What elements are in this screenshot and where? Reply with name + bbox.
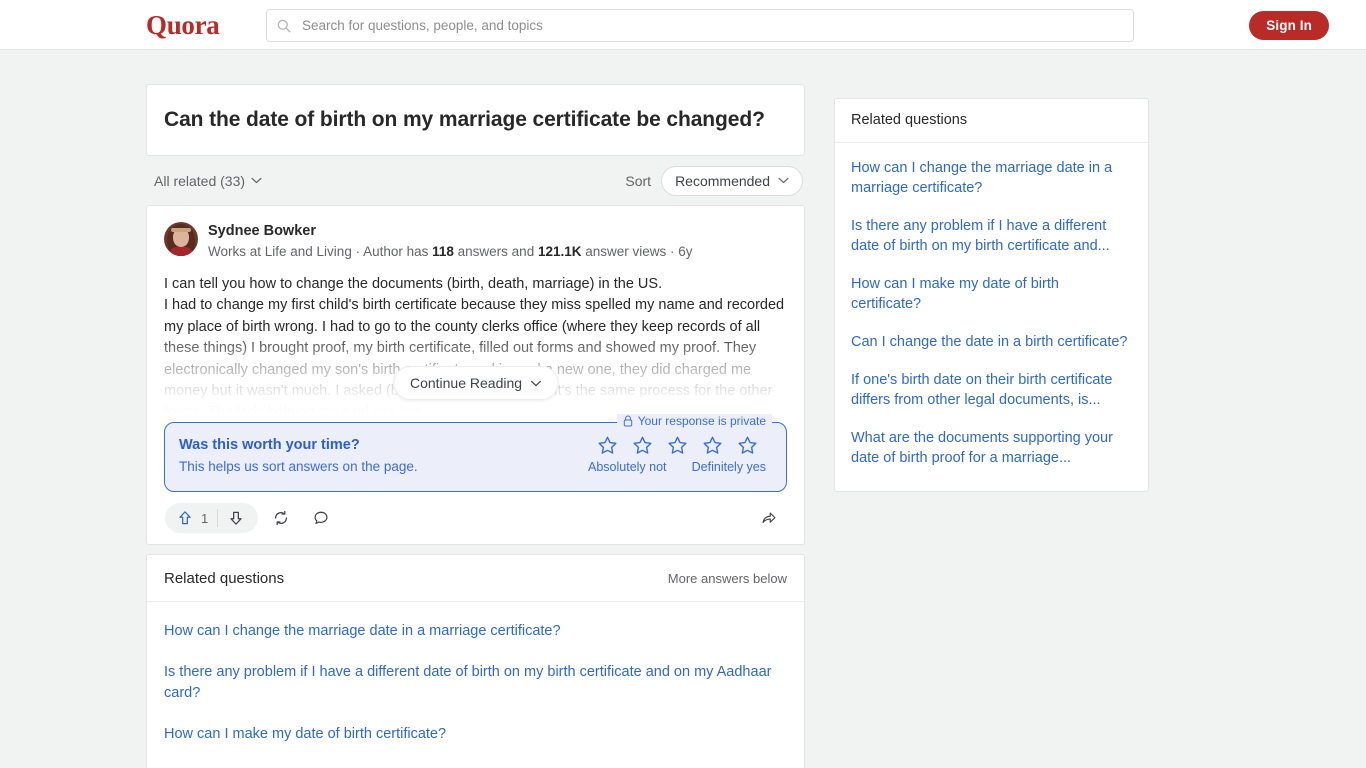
- page-body: Can the date of birth on my marriage cer…: [0, 50, 1366, 768]
- sidebar-column: Related questions How can I change the m…: [834, 98, 1149, 492]
- author-credential-prefix: · Author has: [351, 244, 433, 259]
- answer-card: Sydnee Bowker Works at Life and Living ·…: [146, 205, 805, 545]
- author-row: Sydnee Bowker Works at Life and Living ·…: [164, 222, 787, 262]
- sidebar-related-questions-list: How can I change the marriage date in a …: [835, 143, 1148, 491]
- sidebar-question-item[interactable]: If one's birth date on their birth certi…: [851, 361, 1132, 419]
- star-rating: [588, 435, 766, 456]
- comment-button[interactable]: [304, 503, 338, 533]
- share-arrow-icon: [762, 512, 776, 523]
- sort-group: Sort Recommended: [625, 165, 803, 196]
- sidebar-related-questions-title: Related questions: [835, 99, 1148, 143]
- chevron-down-icon: [778, 177, 789, 184]
- share-button[interactable]: [752, 503, 786, 533]
- vote-pill: 1: [165, 503, 259, 533]
- site-header: Quora Sign In: [0, 0, 1366, 50]
- rating-low-label: Absolutely not: [588, 460, 667, 474]
- rating-high-label: Definitely yes: [691, 460, 766, 474]
- continue-reading-label: Continue Reading: [409, 375, 523, 391]
- answer-count: 118: [432, 244, 454, 259]
- author-name[interactable]: Sydnee Bowker: [208, 222, 693, 241]
- star-icon-2[interactable]: [632, 435, 653, 456]
- response-private-badge: Your response is private: [616, 414, 772, 428]
- star-icon-1[interactable]: [597, 435, 618, 456]
- view-count: 121.1K: [537, 244, 582, 259]
- quora-logo[interactable]: Quora: [146, 9, 220, 41]
- upvote-count: 1: [201, 510, 209, 526]
- search-input[interactable]: [300, 17, 1123, 34]
- filter-row: All related (33) Sort Recommended: [146, 156, 805, 205]
- continue-reading-button[interactable]: Continue Reading: [392, 366, 559, 400]
- more-answers-below-label: More answers below: [667, 571, 787, 586]
- related-question-item[interactable]: How can I change the marriage date in a …: [164, 611, 787, 652]
- sort-label: Sort: [625, 172, 652, 189]
- sidebar-question-item[interactable]: Can I change the date in a birth certifi…: [851, 323, 1132, 361]
- sidebar-related-questions-card: Related questions How can I change the m…: [834, 98, 1149, 492]
- related-questions-header: Related questions More answers below: [147, 555, 804, 602]
- chevron-down-icon: [530, 380, 541, 386]
- related-question-item[interactable]: How can I make my date of birth certific…: [164, 714, 787, 755]
- answers-word: answers and: [453, 244, 538, 259]
- rating-subtitle: This helps us sort answers on the page.: [179, 459, 418, 474]
- upvote-button[interactable]: 1: [169, 509, 217, 527]
- search-bar[interactable]: [266, 9, 1134, 42]
- sidebar-question-item[interactable]: How can I make my date of birth certific…: [851, 265, 1132, 323]
- avatar[interactable]: [164, 222, 198, 256]
- rating-stars-group: Absolutely not Definitely yes: [588, 435, 772, 474]
- related-questions-title: Related questions: [164, 570, 285, 587]
- related-questions-list: How can I change the marriage date in a …: [147, 602, 804, 768]
- star-icon-4[interactable]: [702, 435, 723, 456]
- all-related-label: All related (33): [154, 172, 246, 189]
- author-credential-text: Works at Life and Living: [208, 244, 352, 259]
- chevron-down-icon: [251, 177, 262, 184]
- related-questions-card: Related questions More answers below How…: [146, 554, 805, 768]
- star-rating-labels: Absolutely not Definitely yes: [588, 460, 766, 474]
- repost-button[interactable]: [264, 503, 298, 533]
- sidebar-question-item[interactable]: How can I change the marriage date in a …: [851, 149, 1132, 207]
- downvote-button[interactable]: [218, 509, 254, 527]
- star-icon-3[interactable]: [667, 435, 688, 456]
- search-icon: [277, 19, 291, 32]
- page-title: Can the date of birth on my marriage cer…: [164, 108, 765, 131]
- author-meta: Sydnee Bowker Works at Life and Living ·…: [208, 222, 693, 262]
- sidebar-question-item[interactable]: Is there any problem if I have a differe…: [851, 207, 1132, 265]
- all-related-dropdown[interactable]: All related (33): [148, 169, 268, 193]
- action-buttons-left: 1: [165, 503, 338, 533]
- sort-dropdown[interactable]: Recommended: [661, 165, 803, 196]
- answer-age: 6y: [678, 244, 693, 259]
- answer-paragraph-1: I can tell you how to change the documen…: [164, 276, 663, 292]
- comment-bubble-icon: [314, 511, 328, 524]
- rating-title: Was this worth your time?: [179, 437, 360, 453]
- rating-text: Was this worth your time? This helps us …: [179, 435, 418, 476]
- repost-icon: [275, 510, 288, 526]
- question-card: Can the date of birth on my marriage cer…: [146, 84, 805, 156]
- answer-body: I can tell you how to change the documen…: [164, 274, 787, 414]
- author-credentials: Works at Life and Living · Author has 11…: [208, 242, 693, 262]
- related-question-item[interactable]: Is there any problem if I have a differe…: [164, 652, 787, 714]
- star-icon-5[interactable]: [737, 435, 758, 456]
- sidebar-question-item[interactable]: What are the documents supporting your d…: [851, 419, 1132, 477]
- upvote-arrow-icon: [179, 511, 191, 525]
- views-word: answer views ·: [581, 244, 679, 259]
- related-question-item[interactable]: Can I change the date in a birth certifi…: [164, 755, 787, 768]
- answer-action-bar: 1: [164, 492, 787, 544]
- downvote-arrow-icon: [230, 511, 242, 525]
- answer-rating-box: Your response is private Was this worth …: [164, 414, 787, 492]
- response-private-label: Your response is private: [637, 414, 766, 428]
- main-column: Can the date of birth on my marriage cer…: [146, 84, 805, 768]
- sort-value: Recommended: [675, 172, 770, 189]
- lock-icon: [623, 415, 632, 427]
- sign-in-button[interactable]: Sign In: [1249, 11, 1329, 40]
